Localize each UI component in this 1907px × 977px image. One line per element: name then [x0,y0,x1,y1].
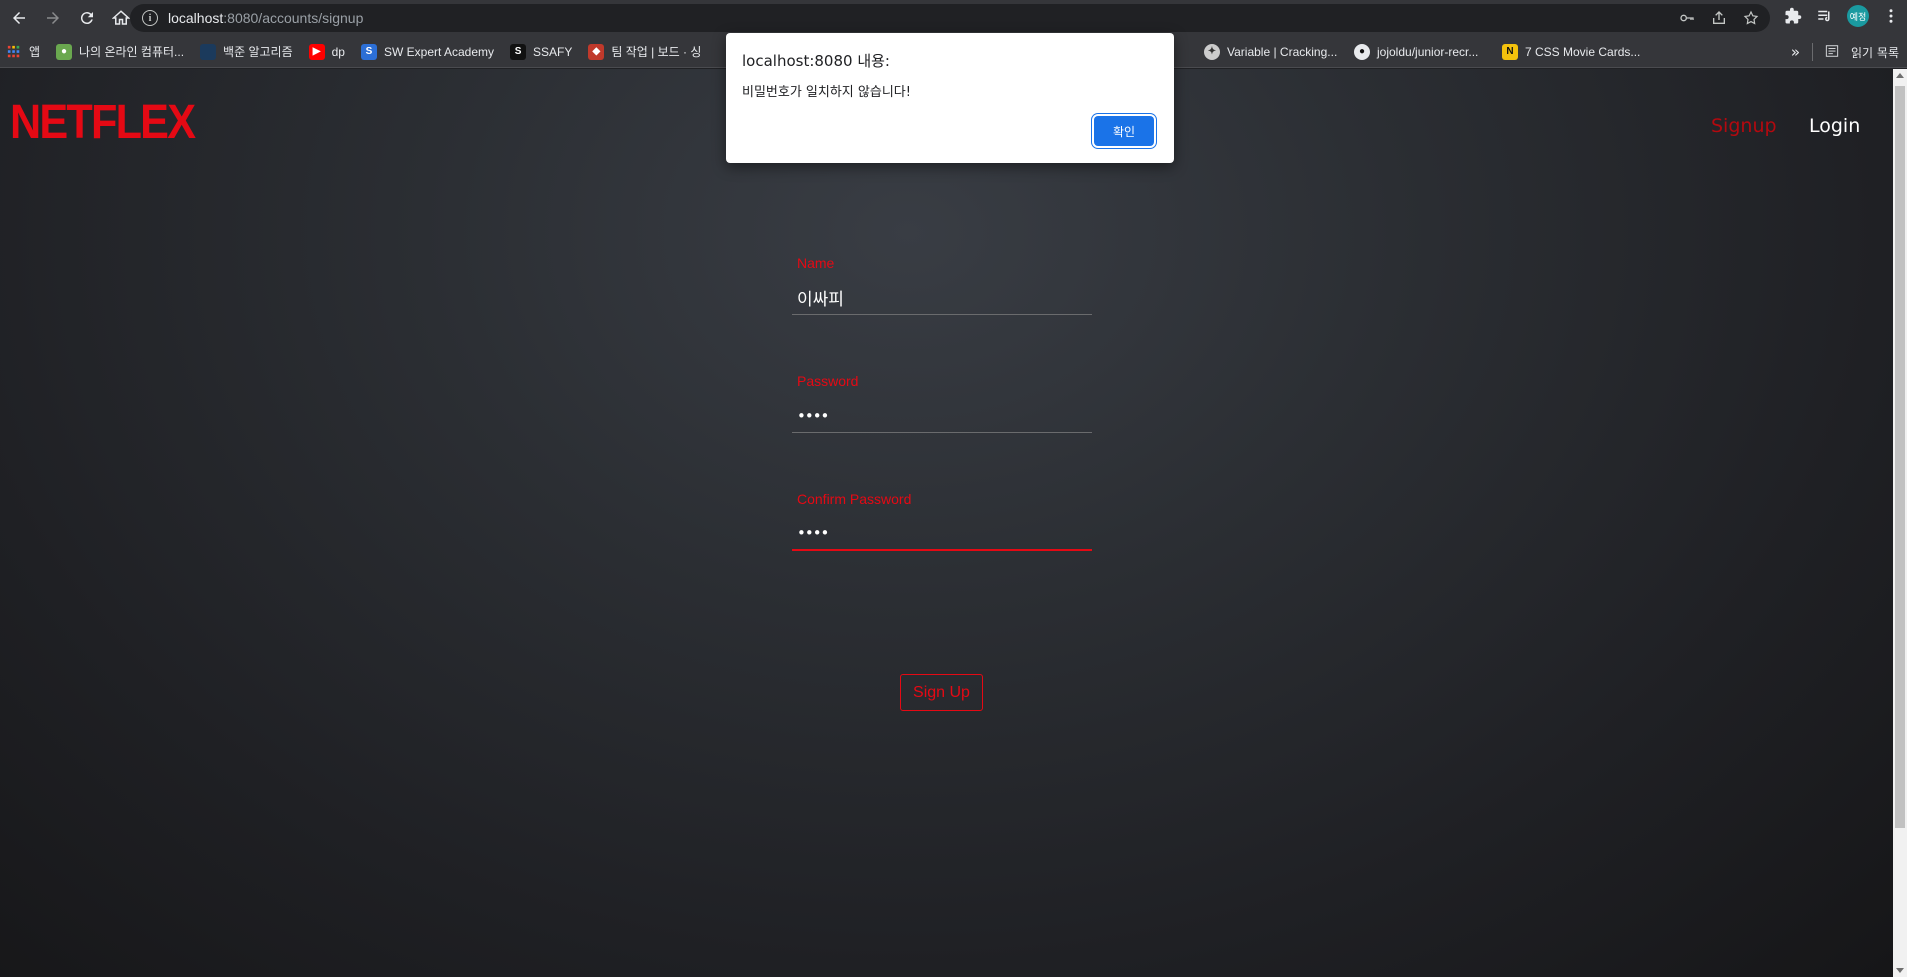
bookmark-label: 팀 작업 | 보드 · 싱 [611,45,702,59]
site-logo[interactable]: NETFLEX [10,99,196,147]
page-viewport: NETFLEX Signup Login Name 이싸피 Password •… [0,69,1893,977]
extensions-icon[interactable] [1783,6,1803,26]
bookmark-apps[interactable]: 앱 [6,43,40,60]
baekjoon-favicon-icon [200,43,217,60]
alert-ok-button[interactable]: 확인 [1094,116,1154,146]
bookmark-label: 7 CSS Movie Cards... [1525,44,1641,59]
name-field: Name 이싸피 [792,255,1092,315]
menu-kebab-icon[interactable] [1881,6,1901,26]
bookmark-label: Variable | Cracking... [1227,44,1338,59]
bookmarks-overflow-button[interactable]: » [1791,43,1800,61]
github-icon: ● [1354,43,1370,60]
online-computer-favicon-icon: ● [56,43,73,60]
password-value: •••• [797,406,829,425]
css-cards-favicon-icon: N [1502,43,1518,60]
bookmark-github[interactable]: ● jojoldu/junior-recr... [1354,43,1479,60]
confirm-password-field: Confirm Password •••• [792,491,1092,551]
nav-login-link[interactable]: Login [1809,115,1860,137]
alert-title: localhost:8080 내용: [742,52,890,70]
reading-list-icon[interactable] [1825,44,1839,61]
forward-icon[interactable] [38,3,68,33]
address-bar[interactable]: i localhost:8080/accounts/signup [130,4,1770,32]
password-input[interactable]: •••• [792,399,1092,433]
scroll-up-arrow-icon[interactable] [1896,73,1904,78]
bookmark-ssafy[interactable]: S SSAFY [510,43,573,60]
ssafy-favicon-icon: S [510,43,527,60]
swea-favicon-icon: S [360,43,377,60]
reload-icon[interactable] [72,3,102,33]
scroll-down-arrow-icon[interactable] [1896,968,1904,973]
apps-grid-icon [6,44,22,60]
bookmark-label: dp [331,44,345,59]
youtube-icon: ▶ [308,43,325,60]
alert-dialog: localhost:8080 내용: 비밀번호가 일치하지 않습니다! 확인 [726,33,1174,163]
alert-message: 비밀번호가 일치하지 않습니다! [742,85,911,100]
star-icon[interactable] [1742,9,1760,27]
confirm-password-input[interactable]: •••• [792,517,1092,551]
page-scrollbar[interactable] [1893,69,1907,977]
bookmark-label: 백준 알고리즘 [223,45,293,59]
confirm-password-value: •••• [797,524,829,542]
back-icon[interactable] [4,3,34,33]
password-label: Password [797,373,859,389]
variable-favicon-icon: ✦ [1204,43,1220,60]
team-board-favicon-icon: ◆ [588,43,605,60]
password-field: Password •••• [792,373,1092,433]
profile-avatar[interactable]: 예정 [1847,5,1869,27]
reading-list-label[interactable]: 읽기 목록 [1851,44,1899,61]
url-path: :8080/accounts/signup [223,10,364,26]
share-icon[interactable] [1710,9,1728,27]
bookmark-label: SW Expert Academy [383,44,495,59]
scroll-thumb[interactable] [1895,86,1905,828]
bookmark-variable[interactable]: ✦ Variable | Cracking... [1204,43,1338,60]
bookmark-swea[interactable]: S SW Expert Academy [360,43,495,60]
bookmark-dp[interactable]: ▶ dp [308,43,345,60]
bookmark-label: 앱 [29,45,41,59]
name-label: Name [797,255,835,271]
browser-toolbar: i localhost:8080/accounts/signup 예정 [0,0,1907,36]
signup-submit-button[interactable]: Sign Up [900,674,983,711]
bookmark-css-movie-cards[interactable]: N 7 CSS Movie Cards... [1502,43,1641,60]
bookmark-online-computer[interactable]: ● 나의 온라인 컴퓨터... [56,43,184,60]
site-info-icon[interactable]: i [142,10,158,26]
bookmark-label: SSAFY [533,44,573,59]
bookmark-label: jojoldu/junior-recr... [1377,44,1479,59]
key-icon[interactable] [1678,9,1696,27]
media-control-icon[interactable] [1815,6,1835,26]
url-host: localhost [168,10,224,26]
bookmark-baekjoon[interactable]: 백준 알고리즘 [200,43,293,60]
confirm-password-label: Confirm Password [797,491,912,507]
bookmark-label: 나의 온라인 컴퓨터... [79,45,185,59]
bookmarks-divider [1812,43,1814,61]
nav-signup-link[interactable]: Signup [1711,115,1777,137]
bookmark-team-board[interactable]: ◆ 팀 작업 | 보드 · 싱 [588,43,701,60]
name-input[interactable]: 이싸피 [792,281,1092,315]
